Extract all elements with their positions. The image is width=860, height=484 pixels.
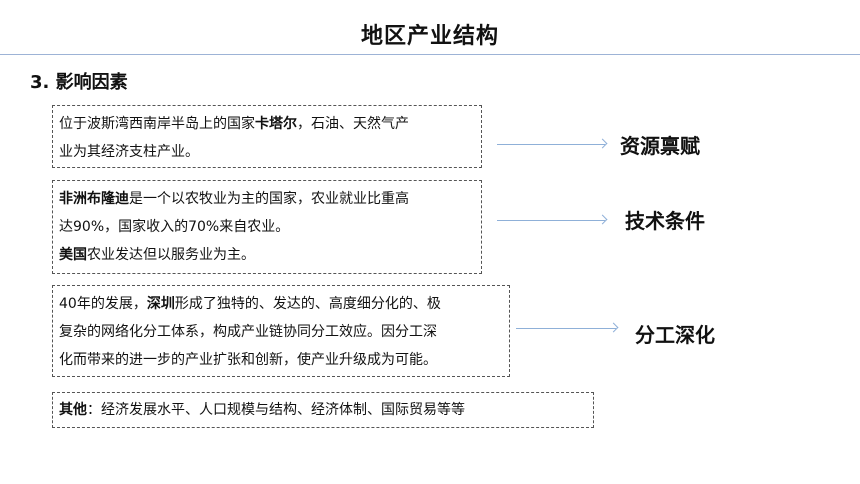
highlight-text: 美国 — [59, 247, 87, 263]
text: 40年的发展， — [59, 296, 147, 312]
highlight-text: 卡塔尔 — [255, 116, 297, 132]
label-resources: 资源禀赋 — [620, 134, 700, 158]
box-line: 达90%，国家收入的70%来自农业。 — [59, 219, 290, 235]
box-line: 美国农业发达但以服务业为主。 — [59, 241, 475, 269]
text: ：经济发展水平、人口规模与结构、经济体制、国际贸易等等 — [87, 402, 465, 418]
page-title: 地区产业结构 — [360, 24, 499, 49]
text: 是一个以农牧业为主的国家，农业就业比重高 — [129, 191, 409, 207]
factor-box-division: 40年的发展，深圳形成了独特的、发达的、高度细分化的、极 复杂的网络化分工体系，… — [52, 285, 510, 377]
factor-box-resources: 位于波斯湾西南岸半岛上的国家卡塔尔，石油、天然气产 业为其经济支柱产业。 — [52, 105, 482, 168]
highlight-text: 非洲布隆迪 — [59, 191, 129, 207]
section-heading: 3. 影响因素 — [30, 72, 128, 93]
arrow-right-icon — [497, 220, 605, 221]
box-line: 非洲布隆迪是一个以农牧业为主的国家，农业就业比重高 — [59, 185, 475, 213]
text: 形成了独特的、发达的、高度细分化的、极 — [174, 296, 441, 312]
box-line: 业为其经济支柱产业。 — [59, 144, 199, 160]
title-divider — [0, 54, 860, 55]
box-line: 位于波斯湾西南岸半岛上的国家卡塔尔，石油、天然气产 — [59, 110, 475, 138]
box-line: 复杂的网络化分工体系，构成产业链协同分工效应。因分工深 — [59, 324, 437, 340]
highlight-text: 深圳 — [146, 296, 175, 312]
highlight-text: 其他 — [59, 402, 87, 418]
text: 位于波斯湾西南岸半岛上的国家 — [59, 116, 255, 132]
label-division: 分工深化 — [635, 323, 715, 347]
arrow-right-icon — [497, 144, 605, 145]
arrow-right-icon — [516, 328, 616, 329]
factor-box-other: 其他：经济发展水平、人口规模与结构、经济体制、国际贸易等等 — [52, 392, 594, 428]
box-line: 40年的发展，深圳形成了独特的、发达的、高度细分化的、极 — [59, 290, 503, 318]
factor-box-technology: 非洲布隆迪是一个以农牧业为主的国家，农业就业比重高 达90%，国家收入的70%来… — [52, 180, 482, 274]
text: ，石油、天然气产 — [297, 116, 409, 132]
text: 农业发达但以服务业为主。 — [87, 247, 255, 263]
box-line: 化而带来的进一步的产业扩张和创新，使产业升级成为可能。 — [59, 352, 437, 368]
label-technology: 技术条件 — [625, 209, 705, 233]
